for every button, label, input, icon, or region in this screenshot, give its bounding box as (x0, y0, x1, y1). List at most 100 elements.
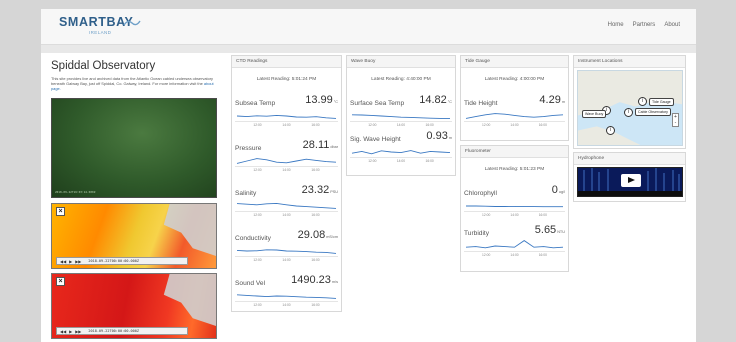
hydrophone-timeline[interactable] (578, 191, 682, 196)
metric-value: 4.29m (539, 94, 565, 106)
card-title: CTD Readings (232, 56, 341, 68)
metric-sig-wave-height[interactable]: Sig. Wave Height 0.93m 12:00 14:00 16:00 (350, 130, 452, 170)
metric-value: 23.32PSU (301, 184, 338, 196)
nav-partners[interactable]: Partners (633, 22, 656, 28)
sparkline-ticks: 12:00 14:00 16:00 (350, 123, 452, 127)
sparkline-ticks: 12:00 14:00 16:00 (464, 253, 565, 257)
sparkline-tick: 14:00 (396, 159, 406, 163)
top-navbar: SMARTBAY IRELAND Home Partners About (41, 9, 696, 45)
rewind-icon[interactable]: ◀◀ (60, 329, 66, 334)
sparkline-tick: 14:00 (510, 123, 519, 127)
card-title: Fluorometer (461, 146, 568, 158)
sparkline-ticks: 12:00 14:00 16:00 (350, 159, 452, 163)
cable-observatory-pin[interactable]: i (624, 108, 633, 117)
metric-unit: °C (333, 100, 338, 104)
metric-value: 0.93m (426, 130, 452, 142)
hydrophone-spectrogram[interactable] (577, 167, 683, 197)
metric-value: 0ug/l (551, 184, 565, 196)
sparkline-chart (464, 205, 565, 212)
sparkline-tick: 14:00 (510, 213, 519, 217)
underwater-video[interactable]: 2018-09-22T16:03:14.000Z (51, 98, 217, 198)
latest-reading: Latest Reading: 4:00:00 PM (484, 77, 545, 82)
map-zoom-control: + - (672, 113, 679, 127)
smartbay-logo[interactable]: SMARTBAY IRELAND (59, 15, 143, 41)
play-button[interactable] (621, 174, 641, 187)
metric-subsea-temp[interactable]: Subsea Temp 13.99°C 12:00 14:00 16:00 (235, 94, 338, 134)
instrument-locations-card: Instrument Locations i i i i Tide Gauge … (573, 55, 686, 149)
metric-value: 29.08mS/cm (297, 229, 338, 241)
metric-unit: m (561, 100, 565, 104)
tide-gauge-card: Tide Gauge Latest Reading: 4:00:00 PM Ti… (460, 55, 569, 141)
sparkline-ticks: 12:00 14:00 16:00 (235, 258, 338, 262)
sparkline-line (351, 150, 451, 155)
card-title: Hydrophone (574, 153, 685, 165)
sparkline-tick: 16:00 (538, 123, 547, 127)
sparkline-chart (235, 249, 338, 257)
card-title: Tide Gauge (461, 56, 568, 68)
instrument-map[interactable]: i i i i Tide Gauge Cable Observatory Wav… (577, 70, 683, 146)
metric-unit: m (448, 136, 452, 140)
sparkline-tick: 12:00 (253, 123, 262, 127)
sparkline-tick: 16:00 (311, 258, 320, 262)
sparkline-ticks: 12:00 14:00 16:00 (464, 213, 565, 217)
metric-sound-vel[interactable]: Sound Vel 1490.23m/s 12:00 14:00 16:00 (235, 274, 338, 314)
map-landmass (163, 274, 216, 326)
play-icon[interactable]: ▶ (69, 259, 72, 264)
sparkline-tick: 16:00 (311, 123, 320, 127)
sparkline-tick: 12:00 (253, 303, 262, 307)
nav-about[interactable]: About (664, 22, 680, 28)
metric-conductivity[interactable]: Conductivity 29.08mS/cm 12:00 14:00 16:00 (235, 229, 338, 269)
logo-wave-icon (123, 20, 141, 26)
sparkline-tick: 12:00 (482, 213, 491, 217)
metric-unit: °C (447, 100, 452, 104)
metric-salinity[interactable]: Salinity 23.32PSU 12:00 14:00 16:00 (235, 184, 338, 224)
sparkline-chart (350, 114, 452, 122)
metric-name: Tide Height (464, 100, 498, 107)
map-landmass (163, 204, 216, 256)
metric-pressure[interactable]: Pressure 28.11dbar 12:00 14:00 16:00 (235, 139, 338, 179)
sparkline-tick: 14:00 (282, 123, 291, 127)
video-timestamp: 2018-09-22T16:03:14.000Z (55, 190, 96, 194)
play-icon[interactable]: ▶ (69, 329, 72, 334)
extra-station-pin[interactable]: i (606, 126, 615, 135)
main-nav: Home Partners About (608, 22, 680, 28)
sparkline-line (466, 205, 563, 208)
fluorometer-card: Fluorometer Latest Reading: 5:01:23 PM C… (460, 145, 569, 272)
card-title: Wave Buoy (347, 56, 455, 68)
sparkline-tick: 12:00 (482, 123, 491, 127)
tide-gauge-pin[interactable]: i (638, 97, 647, 106)
sparkline-line (465, 113, 564, 119)
header-divider (41, 45, 696, 53)
metric-turbidity[interactable]: Turbidity 5.65NTU 12:00 14:00 16:00 (464, 224, 565, 264)
sparkline-chart (235, 202, 338, 212)
forward-icon[interactable]: ▶▶ (75, 329, 81, 334)
sparkline-line (236, 202, 337, 209)
metric-name: Subsea Temp (235, 100, 276, 107)
close-icon[interactable]: × (56, 207, 65, 216)
card-title: Instrument Locations (574, 56, 685, 68)
sparkline-tick: 14:00 (396, 123, 406, 127)
map-timestamp: 2018-09-22T00:00:00.000Z (88, 329, 139, 333)
metric-name: Sig. Wave Height (350, 136, 401, 143)
sparkline-chart (464, 240, 565, 252)
sparkline-tick: 16:00 (538, 253, 547, 257)
sparkline-ticks: 12:00 14:00 16:00 (235, 303, 338, 307)
metric-value: 14.82°C (419, 94, 452, 106)
sparkline-tick: 12:00 (368, 123, 377, 127)
sparkline-tick: 14:00 (282, 258, 291, 262)
metric-unit: PSU (330, 190, 338, 194)
zoom-out-button[interactable]: - (673, 120, 678, 126)
metric-name: Surface Sea Temp (350, 100, 405, 107)
sparkline-tick: 12:00 (253, 258, 262, 262)
nav-home[interactable]: Home (608, 22, 624, 28)
sparkline-tick: 12:00 (368, 159, 377, 163)
sparkline-ticks: 12:00 14:00 16:00 (235, 213, 338, 217)
forward-icon[interactable]: ▶▶ (75, 259, 81, 264)
metric-chlorophyll[interactable]: Chlorophyll 0ug/l 12:00 14:00 16:00 (464, 184, 565, 224)
rewind-icon[interactable]: ◀◀ (60, 259, 66, 264)
metric-name: Sound Vel (235, 280, 266, 287)
metric-tide-height[interactable]: Tide Height 4.29m 12:00 14:00 16:00 (464, 94, 565, 134)
close-icon[interactable]: × (56, 277, 65, 286)
sparkline-ticks: 12:00 14:00 16:00 (464, 123, 565, 127)
metric-surface-sea-temp[interactable]: Surface Sea Temp 14.82°C 12:00 14:00 16:00 (350, 94, 452, 134)
